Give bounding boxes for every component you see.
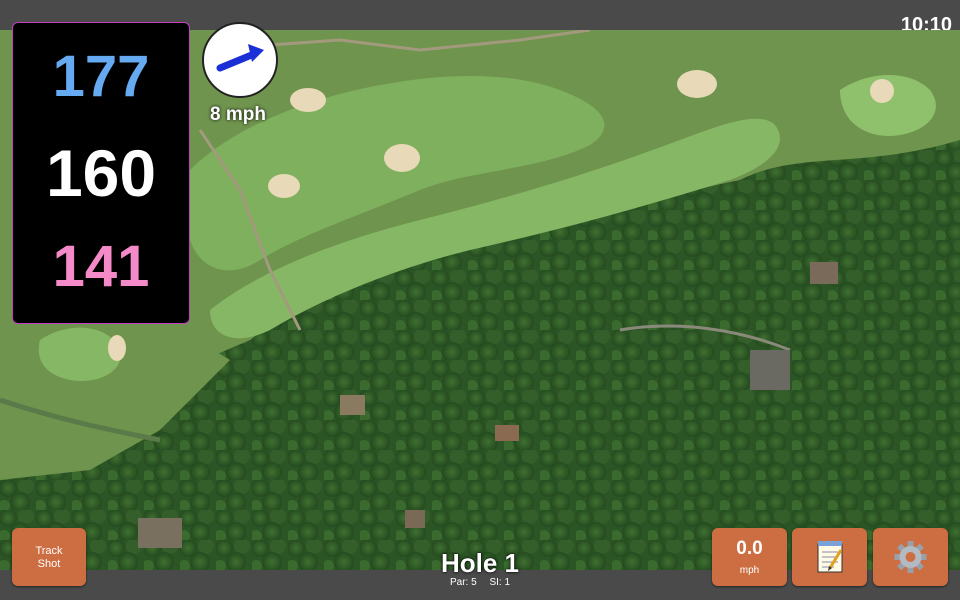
wind-speed-label: 8 mph (210, 104, 266, 125)
hole-title: Hole 1 (440, 548, 520, 578)
distance-panel: 177 160 141 (12, 22, 190, 324)
wind-direction-dial (202, 22, 278, 98)
distance-middle: 160 (45, 136, 157, 210)
hole-stroke-index: SI: 1 (489, 577, 511, 588)
hole-par: Par: 5 (449, 577, 477, 588)
distance-back: 177 (52, 44, 150, 109)
distance-front: 141 (52, 234, 150, 299)
wind-arrow-icon (216, 44, 264, 72)
hole-info: Par: 5 SI: 1 (0, 577, 960, 588)
